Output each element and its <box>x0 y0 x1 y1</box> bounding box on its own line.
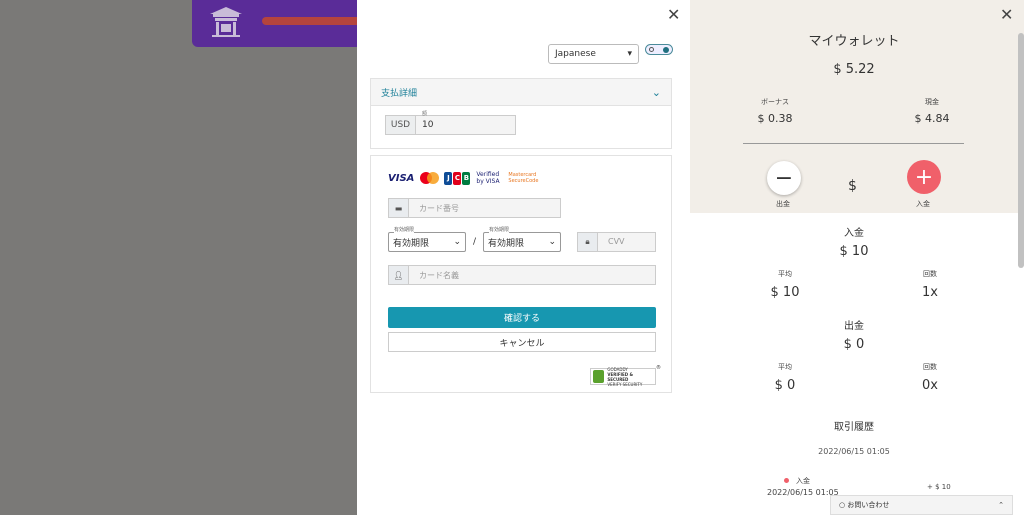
deposit-count-label: 回数 <box>923 270 937 278</box>
contact-widget[interactable]: ○ お問い合わせ ⌃ <box>830 495 1013 515</box>
expiry-month-select[interactable]: 有効期限 有効期限 ⌄ <box>388 226 466 252</box>
amount-label: 額 <box>422 111 428 117</box>
card-logos: VISA JCB Verified by VISA Mastercard Sec… <box>388 171 539 185</box>
card-form: VISA JCB Verified by VISA Mastercard Sec… <box>370 155 672 393</box>
verified-secured-badge[interactable]: GODADDY VERIFIED & SECURED VERIFY SECURI… <box>590 365 661 387</box>
bonus-label: ボーナス <box>761 98 789 106</box>
deposit-average-label: 平均 <box>778 270 792 278</box>
payment-details-header[interactable]: 支払詳細 ⌄ <box>371 79 671 106</box>
expiry-month-value: 有効期限 <box>393 238 430 249</box>
wallet-panel: ✕ マイウォレット $ 5.22 ボーナス $ 0.38 現金 $ 4.84 −… <box>690 0 1024 515</box>
withdraw-section-title: 出金 <box>844 321 864 332</box>
cvv-field: 🔒︎ CVV <box>577 232 656 252</box>
cash-value: $ 4.84 <box>914 112 950 125</box>
language-value: Japanese <box>555 49 596 59</box>
visa-logo: VISA <box>388 172 415 184</box>
cancel-button[interactable]: キャンセル <box>388 332 656 352</box>
wallet-title: マイウォレット <box>808 34 900 49</box>
cash-label: 現金 <box>925 98 939 106</box>
transaction-amount: + $ 10 <box>927 483 951 491</box>
card-number-input[interactable]: カード番号 <box>409 198 561 218</box>
withdraw-count-label: 回数 <box>923 363 937 371</box>
wallet-total: $ 5.22 <box>833 62 875 77</box>
transaction-datetime: 2022/06/15 01:05 <box>767 488 839 497</box>
history-date: 2022/06/15 01:05 <box>818 447 890 456</box>
deposit-average-value: $ 10 <box>770 285 800 300</box>
withdraw-average-value: $ 0 <box>774 378 796 393</box>
lock-icon: 🔒︎ <box>577 232 598 252</box>
registered-mark: ® <box>656 365 661 371</box>
amount-value: 10 <box>422 120 434 130</box>
payment-details-section: 支払詳細 ⌄ USD 額 10 <box>370 78 672 149</box>
expiry-year-label: 有効期限 <box>489 226 510 233</box>
user-icon: 👤︎ <box>388 265 409 285</box>
plus-icon: + <box>914 164 934 190</box>
card-name-input[interactable]: カード名義 <box>409 265 656 285</box>
expiry-year-select[interactable]: 有効期限 有効期限 ⌄ <box>483 226 561 252</box>
mastercard-securecode-logo: Mastercard SecureCode <box>508 172 539 184</box>
contact-label: お問い合わせ <box>847 501 890 509</box>
amount-group: USD 額 10 <box>385 111 516 135</box>
secured-text-3: VERIFY SECURITY <box>607 381 643 387</box>
withdraw-label: 出金 <box>776 200 790 208</box>
expiry-month-label: 有効期限 <box>394 226 415 233</box>
deposit-count-value: 1x <box>922 285 938 300</box>
chevron-down-icon: ⌄ <box>651 85 661 99</box>
withdraw-button[interactable]: − <box>767 161 801 195</box>
card-number-field: ▬ カード番号 <box>388 198 561 218</box>
withdraw-count-value: 0x <box>922 378 938 393</box>
card-name-field: 👤︎ カード名義 <box>388 265 656 285</box>
transaction-status-dot <box>784 478 789 483</box>
confirm-button[interactable]: 確認する <box>388 307 656 328</box>
bonus-value: $ 0.38 <box>757 112 793 125</box>
withdraw-average-label: 平均 <box>778 363 792 371</box>
amount-input[interactable]: 額 10 <box>416 111 516 135</box>
deposit-button[interactable]: + <box>907 160 941 194</box>
chevron-down-icon: ⌄ <box>453 237 461 247</box>
credit-card-icon: ▬ <box>388 198 409 218</box>
verified-by-visa-logo: Verified by VISA <box>476 171 500 185</box>
chevron-up-icon: ⌃ <box>998 501 1004 509</box>
transaction-type: 入金 <box>796 477 810 485</box>
shield-icon <box>593 370 605 383</box>
secured-text-2: VERIFIED & SECURED <box>607 371 633 382</box>
currency-label: USD <box>385 115 416 135</box>
withdraw-total: $ 0 <box>843 337 865 352</box>
currency-symbol: $ <box>848 178 857 194</box>
deposit-total: $ 10 <box>839 244 869 259</box>
expiry-separator: / <box>473 237 477 247</box>
chat-icon: ○ <box>839 501 846 509</box>
payment-panel: ✕ Japanese ▾ 支払詳細 ⌄ USD 額 10 VISA JCB Ver… <box>357 0 690 515</box>
language-select[interactable]: Japanese ▾ <box>548 44 639 64</box>
theme-toggle[interactable] <box>645 44 673 55</box>
scrollbar[interactable] <box>1018 33 1024 268</box>
deposit-section-title: 入金 <box>844 228 864 239</box>
chevron-down-icon: ⌄ <box>548 237 556 247</box>
history-title: 取引履歴 <box>834 422 874 433</box>
minus-icon: − <box>774 165 794 191</box>
chevron-down-icon: ▾ <box>627 49 632 59</box>
section-title: 支払詳細 <box>381 88 418 99</box>
background-card-bar <box>262 17 362 25</box>
jcb-logo: JCB <box>444 171 471 185</box>
divider <box>743 143 964 144</box>
background-card[interactable] <box>192 0 362 47</box>
mastercard-logo <box>420 172 440 184</box>
expiry-year-value: 有効期限 <box>488 238 525 249</box>
close-icon[interactable]: ✕ <box>667 5 680 24</box>
temple-icon <box>210 7 242 37</box>
cvv-input[interactable]: CVV <box>598 232 656 252</box>
deposit-label: 入金 <box>916 200 930 208</box>
close-icon[interactable]: ✕ <box>1000 5 1013 24</box>
